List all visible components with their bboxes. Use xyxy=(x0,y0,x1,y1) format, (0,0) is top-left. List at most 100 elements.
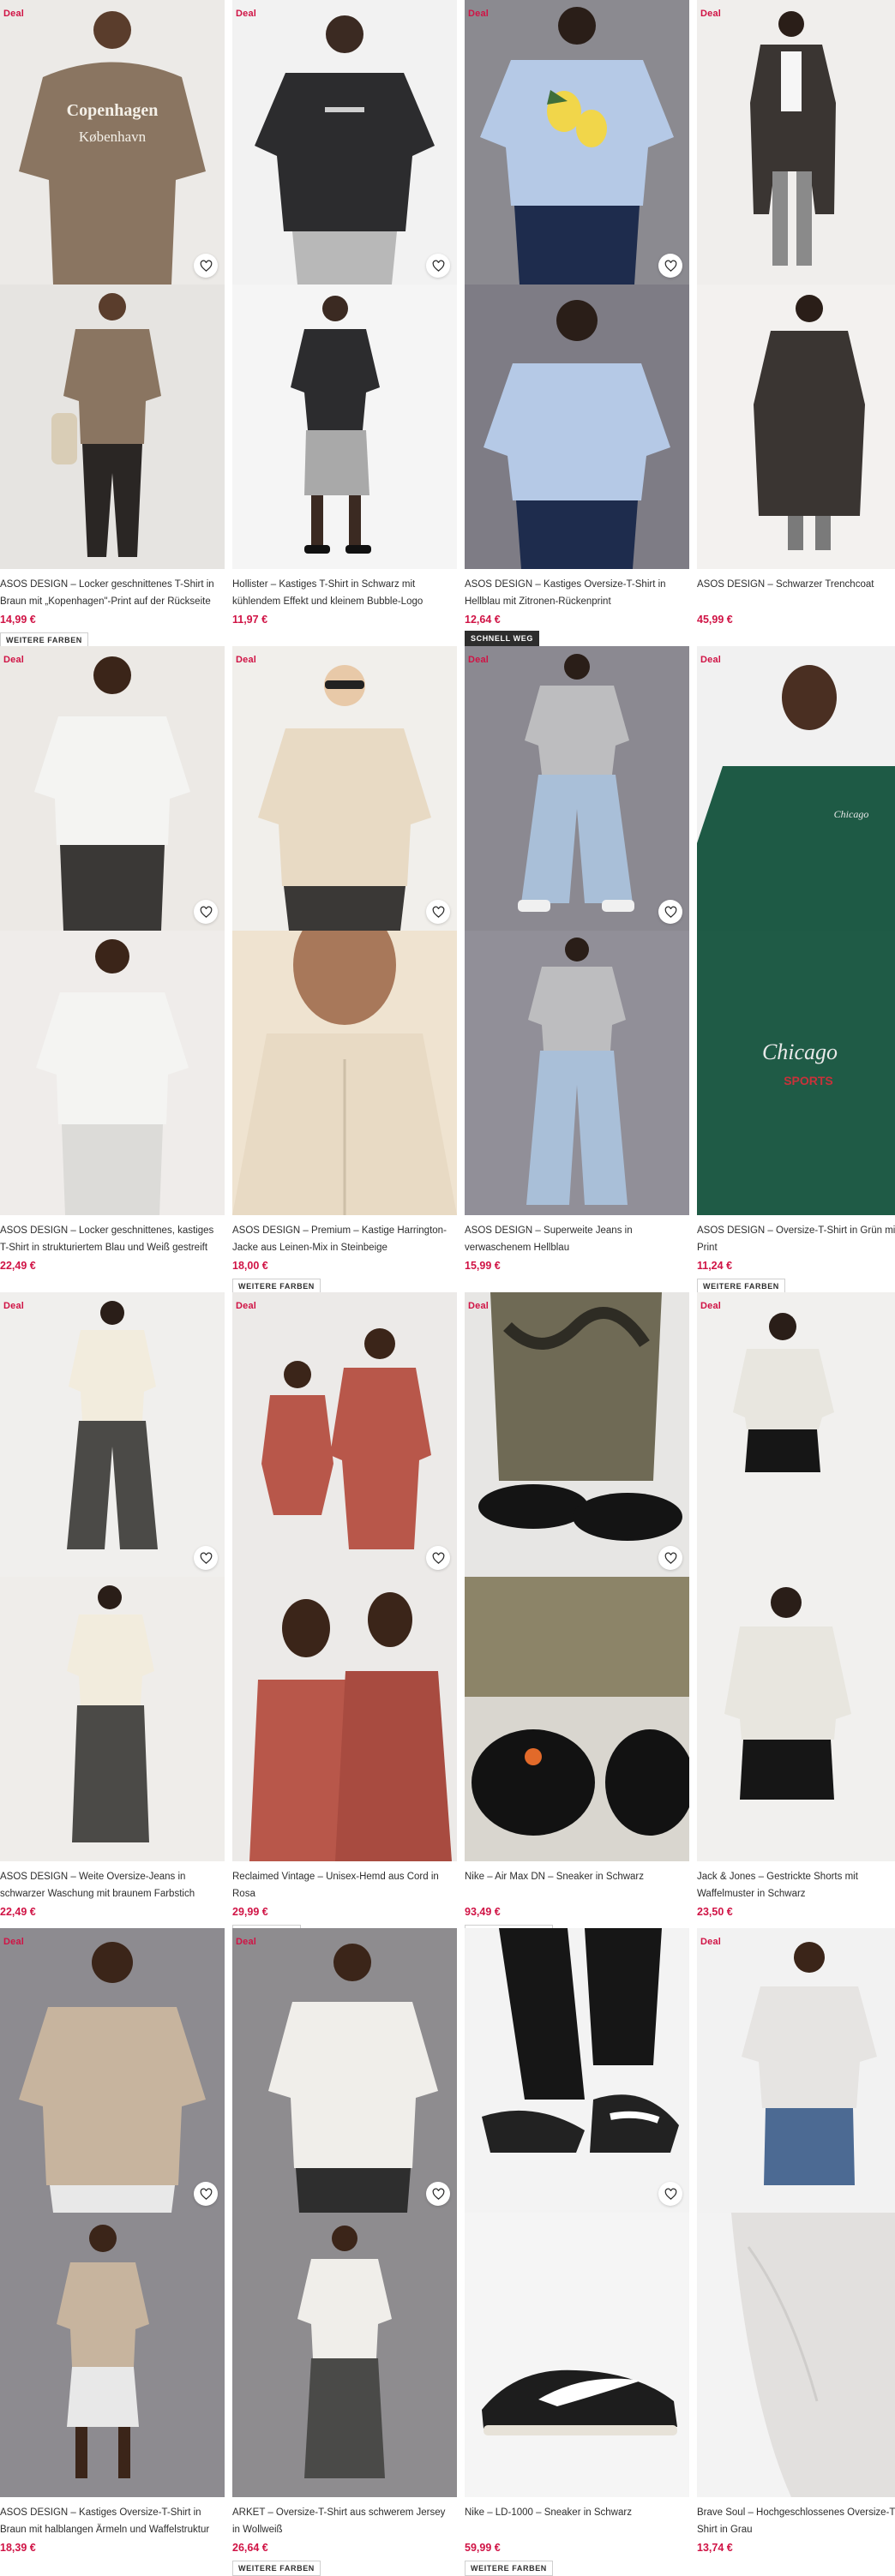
product-title[interactable]: ASOS DESIGN – Weite Oversize-Jeans in sc… xyxy=(0,1868,225,1902)
product-images[interactable]: Deal xyxy=(0,1928,225,2497)
product-image-front[interactable] xyxy=(465,646,689,931)
product-image-detail[interactable]: Chicago SPORTS xyxy=(697,931,895,1215)
product-images[interactable]: Deal xyxy=(697,0,895,569)
product-image-front[interactable] xyxy=(0,1292,225,1577)
product-images[interactable]: Deal xyxy=(232,0,457,569)
product-title[interactable]: ASOS DESIGN – Kastiges Oversize-T-Shirt … xyxy=(0,2504,225,2538)
wishlist-button[interactable] xyxy=(658,900,682,924)
wishlist-button[interactable] xyxy=(194,900,218,924)
product-card[interactable]: Deal Reclaimed Vintage – Unisex-Hemd aus… xyxy=(232,1292,457,1940)
product-images[interactable]: Deal xyxy=(232,1928,457,2497)
product-title[interactable]: ASOS DESIGN – Premium – Kastige Harringt… xyxy=(232,1222,457,1256)
product-card[interactable]: Deal ASOS DESIGN – Locker geschnittenes,… xyxy=(0,646,225,1272)
product-title[interactable]: ARKET – Oversize-T-Shirt aus schwerem Je… xyxy=(232,2504,457,2538)
product-image-front[interactable] xyxy=(0,646,225,931)
product-card[interactable]: Nike – LD-1000 – Sneaker in Schwarz 59,9… xyxy=(465,1928,689,2576)
product-title[interactable]: ASOS DESIGN – Oversize-T-Shirt in Grün m… xyxy=(697,1222,895,1256)
product-card[interactable]: Deal ASOS DESIGN – Premium – Kastige Har… xyxy=(232,646,457,1294)
product-image-model[interactable] xyxy=(697,1577,895,1861)
product-image-front[interactable] xyxy=(465,1292,689,1577)
product-image-front[interactable] xyxy=(0,1928,225,2213)
product-grid: Copenhagen København Deal ASOS DESIGN – … xyxy=(0,0,895,2576)
product-title[interactable]: Jack & Jones – Gestrickte Shorts mit Waf… xyxy=(697,1868,895,1902)
product-title[interactable]: ASOS DESIGN – Locker geschnittenes, kast… xyxy=(0,1222,225,1256)
product-card[interactable]: Deal Jack & Jones – Gestrickte Shorts mi… xyxy=(697,1292,895,1918)
product-image-detail[interactable] xyxy=(232,931,457,1215)
product-card[interactable]: Deal Brave Soul – Hochgeschlossenes Over… xyxy=(697,1928,895,2554)
wishlist-button[interactable] xyxy=(426,2182,450,2206)
product-image-back[interactable] xyxy=(465,0,689,285)
product-title[interactable]: Nike – LD-1000 – Sneaker in Schwarz xyxy=(465,2504,689,2538)
wishlist-button[interactable] xyxy=(194,254,218,278)
wishlist-button[interactable] xyxy=(426,1546,450,1570)
product-card[interactable]: Deal Nike – Air Max DN – Sneaker in Schw… xyxy=(465,1292,689,1940)
product-image-model[interactable] xyxy=(0,2213,225,2497)
product-card[interactable]: Deal ASOS DESIGN – Schwarzer Trenchcoat … xyxy=(697,0,895,626)
product-image-front[interactable] xyxy=(232,0,457,285)
product-image-front[interactable]: Chicago xyxy=(697,646,895,931)
svg-text:Copenhagen: Copenhagen xyxy=(67,101,159,120)
wishlist-button[interactable] xyxy=(426,254,450,278)
product-image-front[interactable] xyxy=(465,1928,689,2213)
product-images[interactable]: Deal xyxy=(697,1292,895,1861)
product-card[interactable]: Deal Hollister – Kastiges T-Shirt in Sch… xyxy=(232,0,457,626)
wishlist-button[interactable] xyxy=(194,2182,218,2206)
product-image-model[interactable] xyxy=(232,2213,457,2497)
product-title[interactable]: ASOS DESIGN – Superweite Jeans in verwas… xyxy=(465,1222,689,1256)
product-card[interactable]: Deal ASOS DESIGN – Superweite Jeans in v… xyxy=(465,646,689,1272)
product-card[interactable]: Deal ASOS DESIGN – Kastiges Oversize-T-S… xyxy=(0,1928,225,2554)
product-image-detail[interactable] xyxy=(465,1577,689,1861)
wishlist-button[interactable] xyxy=(658,1546,682,1570)
product-image-model[interactable] xyxy=(697,285,895,569)
wishlist-button[interactable] xyxy=(194,1546,218,1570)
product-card[interactable]: Deal ASOS DESIGN – Kastiges Oversize-T-S… xyxy=(465,0,689,646)
wishlist-button[interactable] xyxy=(426,900,450,924)
product-price: 13,74 € xyxy=(697,2542,733,2554)
product-images[interactable]: Deal xyxy=(697,1928,895,2497)
product-image-model[interactable] xyxy=(232,285,457,569)
product-image-model[interactable] xyxy=(0,931,225,1215)
product-title[interactable]: ASOS DESIGN – Kastiges Oversize-T-Shirt … xyxy=(465,576,689,610)
product-images[interactable]: Deal xyxy=(0,1292,225,1861)
product-image-front[interactable] xyxy=(232,646,457,931)
product-image-front[interactable] xyxy=(697,0,895,285)
product-price: 12,64 € xyxy=(465,614,501,626)
product-image-detail[interactable] xyxy=(697,2213,895,2497)
product-card[interactable]: Deal ASOS DESIGN – Weite Oversize-Jeans … xyxy=(0,1292,225,1918)
product-images[interactable]: Deal xyxy=(465,646,689,1215)
product-title[interactable]: Reclaimed Vintage – Unisex-Hemd aus Cord… xyxy=(232,1868,457,1902)
heart-icon xyxy=(432,260,444,272)
product-image-detail[interactable] xyxy=(465,2213,689,2497)
product-image-front[interactable] xyxy=(697,1928,895,2213)
product-card[interactable]: Copenhagen København Deal ASOS DESIGN – … xyxy=(0,0,225,648)
product-image-model[interactable] xyxy=(465,931,689,1215)
product-title[interactable]: ASOS DESIGN – Schwarzer Trenchcoat xyxy=(697,576,895,610)
product-title[interactable]: Hollister – Kastiges T-Shirt in Schwarz … xyxy=(232,576,457,610)
product-card[interactable]: Chicago Chicago SPORTS Deal ASOS DESIGN … xyxy=(697,646,895,1294)
product-images[interactable]: Deal xyxy=(465,1292,689,1861)
product-title[interactable]: Brave Soul – Hochgeschlossenes Oversize-… xyxy=(697,2504,895,2538)
product-images[interactable] xyxy=(465,1928,689,2497)
product-images[interactable]: Deal xyxy=(0,646,225,1215)
deal-label: Deal xyxy=(3,655,25,665)
product-title[interactable]: ASOS DESIGN – Locker geschnittenes T-Shi… xyxy=(0,576,225,610)
product-images[interactable]: Copenhagen København Deal xyxy=(0,0,225,569)
product-image-model[interactable] xyxy=(0,1577,225,1861)
product-title[interactable]: Nike – Air Max DN – Sneaker in Schwarz xyxy=(465,1868,689,1902)
product-card[interactable]: Deal ARKET – Oversize-T-Shirt aus schwer… xyxy=(232,1928,457,2576)
deal-label: Deal xyxy=(700,9,722,19)
product-image-front[interactable] xyxy=(232,1928,457,2213)
product-images[interactable]: Deal xyxy=(232,646,457,1215)
wishlist-button[interactable] xyxy=(658,2182,682,2206)
product-image-model[interactable] xyxy=(465,285,689,569)
product-images[interactable]: Deal xyxy=(232,1292,457,1861)
product-image-front[interactable] xyxy=(232,1292,457,1577)
product-image-front[interactable] xyxy=(697,1292,895,1577)
wishlist-button[interactable] xyxy=(658,254,682,278)
product-image-front[interactable]: Copenhagen København xyxy=(0,0,225,285)
product-images[interactable]: Chicago Chicago SPORTS Deal xyxy=(697,646,895,1215)
product-images[interactable]: Deal xyxy=(465,0,689,569)
more-colors-badge: WEITERE FARBEN xyxy=(465,2561,553,2576)
product-image-model[interactable] xyxy=(232,1577,457,1861)
product-image-model[interactable] xyxy=(0,285,225,569)
